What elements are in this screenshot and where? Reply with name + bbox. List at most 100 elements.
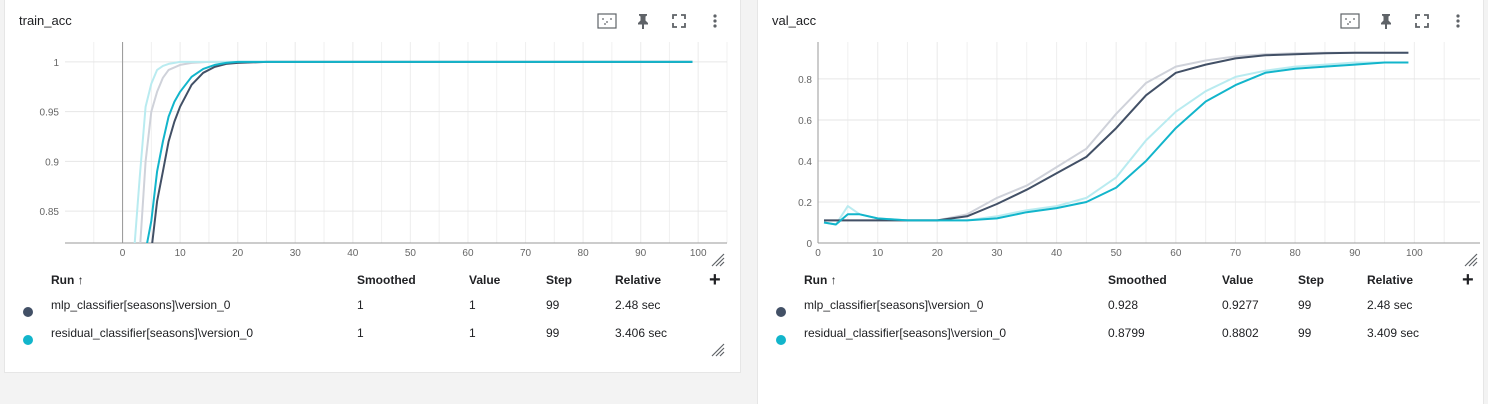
sort-arrow-icon: ↑ [830,273,837,287]
run-color-dot [776,307,786,317]
step: 99 [546,326,560,340]
x-tick-label: 10 [872,248,884,259]
table-row[interactable]: residual_classifier[seasons]\version_0 1… [19,320,729,348]
resize-handle-icon[interactable] [1464,253,1478,272]
x-tick-label: 50 [405,248,417,259]
card-toolbar [594,8,728,34]
y-tick-label: 1 [53,58,59,69]
x-tick-label: 60 [462,248,474,259]
run-name: residual_classifier[seasons]\version_0 [804,326,1007,340]
y-tick-label: 0.95 [40,108,60,119]
pin-icon[interactable] [630,8,656,34]
step: 99 [546,298,560,312]
x-tick-label: 100 [690,248,707,259]
value: 1 [469,298,476,312]
x-tick-label: 20 [232,248,244,259]
relative-time: 2.48 sec [1367,298,1413,312]
run-column-header[interactable]: Run ↑ [804,273,837,287]
more-vert-icon[interactable] [702,8,728,34]
step-column-header[interactable]: Step [1298,273,1324,287]
y-tick-label: 0.4 [798,157,812,168]
x-tick-label: 0 [120,248,126,259]
add-icon[interactable]: + [1462,270,1474,290]
x-tick-label: 30 [991,248,1003,259]
relative-column-header[interactable]: Relative [1367,273,1413,287]
smoothed-value: 0.8799 [1108,326,1145,340]
chart-title: val_acc [772,13,817,28]
x-tick-label: 80 [1290,248,1302,259]
x-tick-label: 90 [1349,248,1361,259]
step: 99 [1298,298,1312,312]
x-tick-label: 10 [175,248,187,259]
relative-time: 2.48 sec [615,298,661,312]
runs-table: Run ↑ Smoothed Value Step Relative + mlp… [772,268,1474,348]
run-column-header[interactable]: Run ↑ [51,273,84,287]
val-acc-card: val_acc 0 10 20 30 40 50 60 70 80 90 100 0 0.2 0.4 0.6… [757,0,1484,404]
run-name: mlp_classifier[seasons]\version_0 [804,298,984,312]
value: 1 [469,326,476,340]
value: 0.9277 [1222,298,1259,312]
card-toolbar [1337,8,1471,34]
y-tick-label: 0 [806,239,812,250]
series-line [151,60,693,243]
resize-handle-icon[interactable] [711,253,725,272]
run-color-dot [23,307,33,317]
series-line [133,60,693,243]
x-tick-label: 70 [520,248,532,259]
x-tick-label: 40 [347,248,359,259]
run-color-dot [776,335,786,345]
relative-time: 3.406 sec [615,326,668,340]
smoothed-value: 0.928 [1108,298,1139,312]
x-tick-label: 30 [290,248,302,259]
x-tick-label: 50 [1111,248,1123,259]
chart-title: train_acc [19,13,72,28]
run-name: residual_classifier[seasons]\version_0 [51,326,254,340]
sort-arrow-icon: ↑ [77,273,84,287]
pin-icon[interactable] [1373,8,1399,34]
table-row[interactable]: mlp_classifier[seasons]\version_0 1 1 99… [19,292,729,320]
train-acc-plot[interactable]: 0 10 20 30 40 50 60 70 80 90 100 0.85 0.9 0.95 1 [5,38,742,266]
y-tick-label: 0.8 [798,75,812,86]
step-column-header[interactable]: Step [546,273,572,287]
relative-column-header[interactable]: Relative [615,273,661,287]
smoothed-value: 1 [357,298,364,312]
value-column-header[interactable]: Value [1222,273,1253,287]
table-row[interactable]: mlp_classifier[seasons]\version_0 0.928 … [772,292,1472,320]
run-color-dot [23,335,33,345]
step: 99 [1298,326,1312,340]
x-tick-label: 40 [1051,248,1063,259]
value-column-header[interactable]: Value [469,273,500,287]
table-row[interactable]: residual_classifier[seasons]\version_0 0… [772,320,1472,348]
x-tick-label: 90 [635,248,647,259]
runs-table: Run ↑ Smoothed Value Step Relative + mlp… [19,268,729,348]
val-acc-plot[interactable]: 0 10 20 30 40 50 60 70 80 90 100 0 0.2 0.4 0.6 0.8 [758,38,1485,266]
x-tick-label: 0 [815,248,821,259]
fullscreen-icon[interactable] [1409,8,1435,34]
y-tick-label: 0.6 [798,116,812,127]
x-tick-label: 70 [1230,248,1242,259]
resize-handle-icon[interactable] [711,343,725,362]
y-tick-label: 0.85 [40,207,60,218]
smoothed-column-header[interactable]: Smoothed [1108,273,1167,287]
x-tick-label: 80 [578,248,590,259]
smoothed-column-header[interactable]: Smoothed [357,273,416,287]
fit-domain-icon[interactable] [594,8,620,34]
series-line [146,60,693,243]
add-icon[interactable]: + [709,270,721,290]
y-tick-label: 0.2 [798,198,812,209]
more-vert-icon[interactable] [1445,8,1471,34]
train-acc-card: train_acc 0 10 20 30 40 50 60 70 80 90 100 0.85 0.9 0… [4,0,741,373]
relative-time: 3.409 sec [1367,326,1420,340]
x-tick-label: 20 [932,248,944,259]
y-tick-label: 0.9 [45,157,59,168]
value: 0.8802 [1222,326,1259,340]
x-tick-label: 60 [1170,248,1182,259]
runs-table-header: Run ↑ Smoothed Value Step Relative + [772,268,1474,292]
runs-table-header: Run ↑ Smoothed Value Step Relative + [19,268,729,292]
fit-domain-icon[interactable] [1337,8,1363,34]
x-tick-label: 100 [1406,248,1423,259]
fullscreen-icon[interactable] [666,8,692,34]
smoothed-value: 1 [357,326,364,340]
series-line [139,60,693,243]
run-name: mlp_classifier[seasons]\version_0 [51,298,231,312]
